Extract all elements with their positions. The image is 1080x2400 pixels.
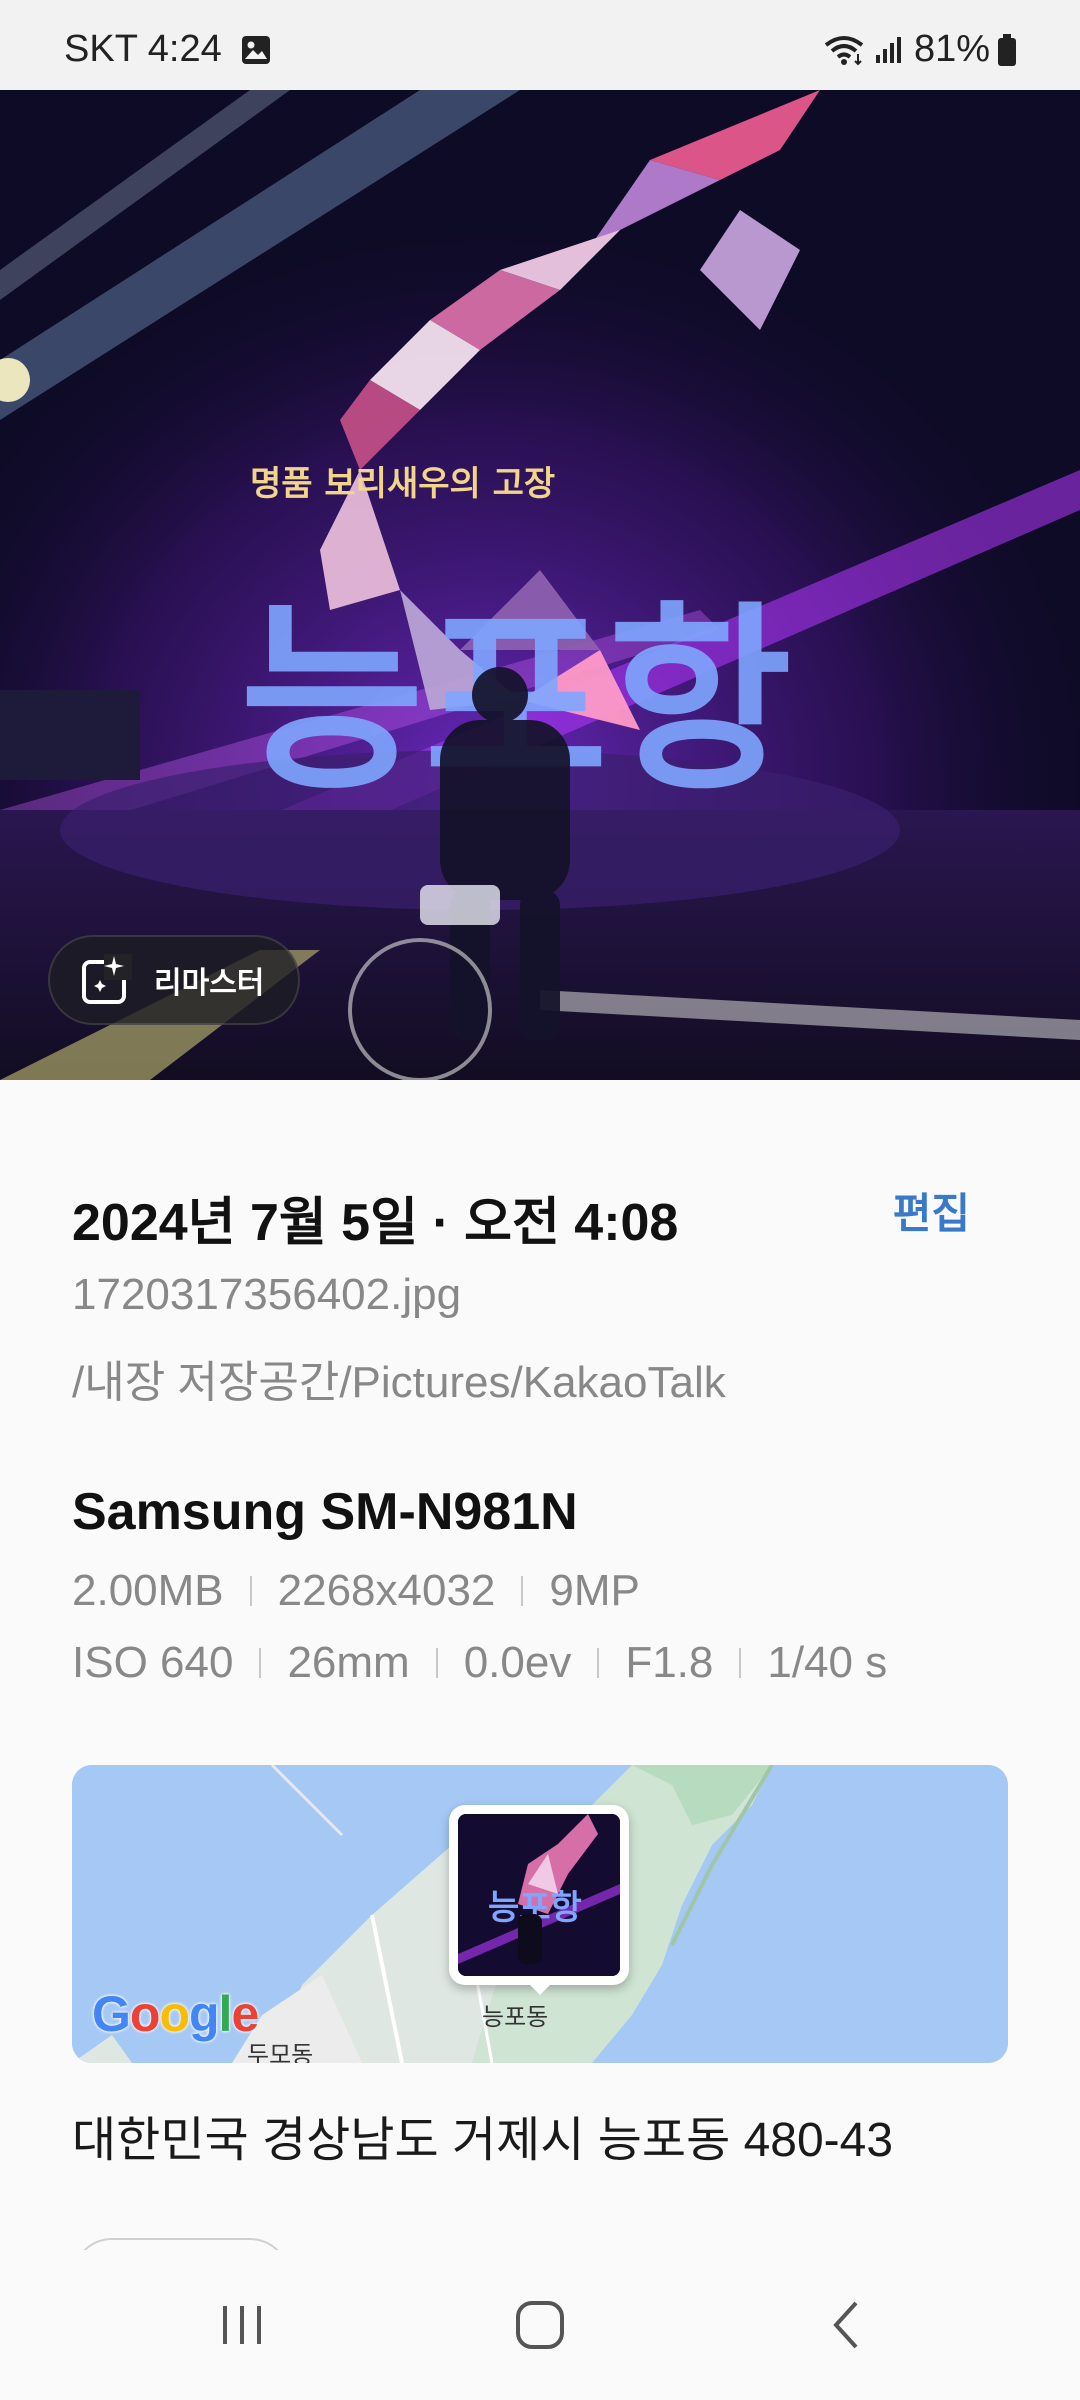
home-button[interactable] — [500, 2290, 580, 2360]
thumbnail-image: 능포항 — [458, 1814, 620, 1976]
remaster-sparkle-icon — [82, 954, 132, 1004]
status-left: SKT 4:24 — [64, 28, 272, 71]
photo-image: 명품 보리새우의 고장 능포항 — [0, 90, 1080, 1080]
divider — [521, 1576, 524, 1606]
google-logo-letter: l — [218, 1986, 233, 2042]
file-path: /내장 저장공간/Pictures/KakaoTalk — [72, 1358, 726, 1407]
recent-apps-icon — [223, 2306, 261, 2344]
google-logo-letter: e — [231, 1986, 259, 2042]
google-logo-letter: o — [159, 1986, 190, 2042]
exposure-value: 0.0ev — [463, 1638, 572, 1687]
camera-meta-row: ISO 640 26mm 0.0ev F1.8 1/40 s — [72, 1638, 887, 1688]
google-logo: Google — [92, 1985, 259, 2043]
divider — [739, 1648, 742, 1678]
map-pin-label: 능포동 — [482, 2004, 549, 2031]
sign-small-text: 명품 보리새우의 고장 — [250, 464, 555, 504]
aperture: F1.8 — [625, 1638, 714, 1687]
map-pin-pointer — [524, 1979, 556, 1995]
photo-datetime: 2024년 7월 5일 · 오전 4:08 — [72, 1194, 679, 1252]
battery-percent: 81% — [913, 28, 990, 70]
file-size: 2.00MB — [72, 1566, 224, 1615]
google-logo-letter: o — [129, 1986, 161, 2042]
file-meta-row: 2.00MB 2268x4032 9MP — [72, 1566, 640, 1616]
divider — [259, 1648, 262, 1678]
battery-icon — [998, 33, 1016, 66]
edit-button[interactable]: 편집 — [893, 1180, 970, 1241]
status-right: 81% — [824, 28, 1018, 71]
signal-icon — [875, 36, 901, 63]
location-map[interactable]: 능포항 능포동 두모동 Google — [72, 1765, 1008, 2063]
shutter-speed: 1/40 s — [767, 1638, 888, 1687]
file-name: 1720317356402.jpg — [72, 1270, 462, 1319]
navigation-bar — [0, 2250, 1080, 2400]
divider — [249, 1576, 252, 1606]
iso: ISO 640 — [72, 1638, 234, 1687]
google-logo-letter: g — [189, 1986, 220, 2042]
gallery-icon — [241, 35, 270, 64]
remaster-button[interactable]: 리마스터 — [48, 935, 300, 1025]
google-logo-letter: G — [92, 1986, 131, 2042]
back-button[interactable] — [806, 2290, 886, 2360]
location-address: 대한민국 경상남도 거제시 능포동 480-43 — [72, 2114, 894, 2167]
details-panel: 2024년 7월 5일 · 오전 4:08 편집 1720317356402.j… — [0, 1080, 1080, 2318]
focal-length: 26mm — [287, 1638, 410, 1687]
carrier-time: SKT 4:24 — [64, 28, 222, 70]
recent-apps-button[interactable] — [202, 2290, 282, 2360]
divider — [435, 1648, 438, 1678]
divider — [597, 1648, 600, 1678]
status-bar: SKT 4:24 81% — [0, 0, 1080, 90]
back-icon — [833, 2301, 858, 2349]
resolution: 2268x4032 — [277, 1566, 496, 1615]
megapixels: 9MP — [549, 1566, 640, 1615]
map-photo-thumbnail[interactable]: 능포항 — [449, 1805, 629, 1985]
device-name: Samsung SM-N981N — [72, 1483, 578, 1541]
wifi-icon — [824, 35, 864, 65]
home-icon — [516, 2301, 564, 2349]
photo-viewer[interactable]: 명품 보리새우의 고장 능포항 리마스터 — [0, 90, 1080, 1080]
remaster-label: 리마스터 — [154, 967, 265, 1000]
